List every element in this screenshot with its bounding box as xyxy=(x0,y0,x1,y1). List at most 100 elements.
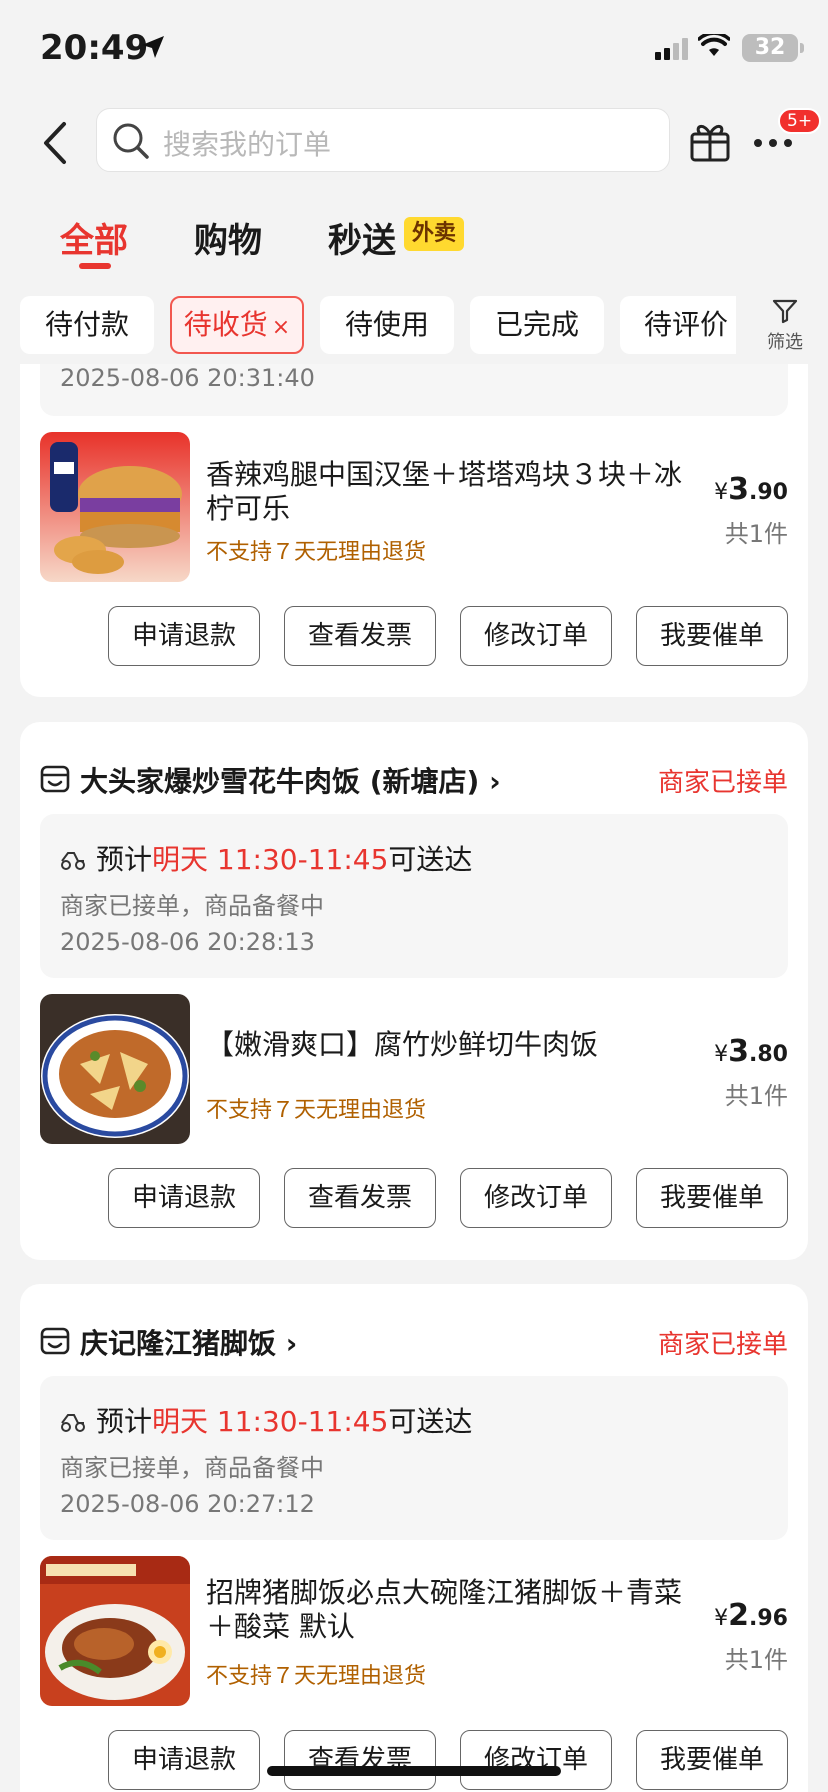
order-card: 庆记隆江猪脚饭 › 商家已接单 预计明天 11:30-11:45可送达 商家已接… xyxy=(20,1284,808,1792)
tab-shopping[interactable]: 购物 xyxy=(194,213,262,262)
view-invoice-button[interactable]: 查看发票 xyxy=(284,606,436,666)
clear-filter-icon[interactable]: × xyxy=(272,315,290,340)
product-price: ¥2.96 xyxy=(714,1598,788,1633)
store-icon xyxy=(40,764,70,798)
delivery-eta: 预计明天 11:30-11:45可送达 xyxy=(60,1400,472,1440)
order-timestamp: 2025-08-06 20:28:13 xyxy=(60,928,315,956)
urge-order-button[interactable]: 我要催单 xyxy=(636,1730,788,1790)
order-card: 2025-08-06 20:31:40 香辣鸡腿中国汉堡＋塔塔鸡块３块＋冰柠可乐… xyxy=(20,364,808,697)
home-indicator[interactable] xyxy=(267,1766,561,1776)
chip-to-use[interactable]: 待使用 xyxy=(320,296,454,354)
product-name[interactable]: 【嫩滑爽口】腐竹炒鲜切牛肉饭 xyxy=(206,1028,686,1062)
eta-time: 明天 11:30-11:45 xyxy=(152,1405,389,1438)
cellular-signal-icon xyxy=(655,38,689,64)
modify-order-button[interactable]: 修改订单 xyxy=(460,606,612,666)
delivery-scooter-icon xyxy=(60,845,86,878)
urge-order-button[interactable]: 我要催单 xyxy=(636,1168,788,1228)
status-time: 20:49 xyxy=(40,28,149,68)
modify-order-button[interactable]: 修改订单 xyxy=(460,1730,612,1790)
shop-name-text: 庆记隆江猪脚饭 xyxy=(80,1327,277,1360)
search-input[interactable]: 搜索我的订单 xyxy=(96,108,670,172)
order-card: 大头家爆炒雪花牛肉饭 (新塘店) › 商家已接单 预计明天 11:30-11:4… xyxy=(20,722,808,1260)
delivery-scooter-icon xyxy=(60,1407,86,1440)
filter-button[interactable]: 筛选 xyxy=(760,298,810,354)
header: 搜索我的订单 5+ xyxy=(0,100,828,190)
order-info-box: 2025-08-06 20:31:40 xyxy=(40,364,788,416)
currency-symbol: ¥ xyxy=(714,1042,729,1067)
tab-active-underline xyxy=(79,263,111,269)
shop-header[interactable]: 大头家爆炒雪花牛肉饭 (新塘店) › 商家已接单 xyxy=(40,760,788,800)
currency-symbol: ¥ xyxy=(714,480,729,505)
return-policy-note: 不支持７天无理由退货 xyxy=(206,1098,427,1123)
order-status: 商家已接单 xyxy=(657,768,788,798)
product-image-pork-knuckle-rice[interactable] xyxy=(40,1556,190,1706)
view-invoice-button[interactable]: 查看发票 xyxy=(284,1168,436,1228)
eta-prefix: 预计 xyxy=(96,843,153,876)
chevron-right-icon: › xyxy=(285,1327,298,1360)
shop-header[interactable]: 庆记隆江猪脚饭 › 商家已接单 xyxy=(40,1322,788,1362)
chip-completed[interactable]: 已完成 xyxy=(470,296,604,354)
chip-pending-receipt-label: 待收货 xyxy=(183,308,268,341)
view-invoice-button[interactable]: 查看发票 xyxy=(284,1730,436,1790)
gift-icon[interactable] xyxy=(688,118,732,168)
search-icon xyxy=(111,121,151,165)
eta-time: 明天 11:30-11:45 xyxy=(152,843,389,876)
status-filter-chips: 待付款 待收货 × 待使用 已完成 待评价 筛选 xyxy=(0,290,828,364)
product-name[interactable]: 招牌猪脚饭必点大碗隆江猪脚饭＋青菜＋酸菜 默认 xyxy=(206,1576,686,1644)
refund-button[interactable]: 申请退款 xyxy=(108,1730,260,1790)
tab-all[interactable]: 全部 xyxy=(60,213,128,262)
item-quantity: 共1件 xyxy=(724,520,788,548)
order-progress: 商家已接单，商品备餐中 xyxy=(60,892,324,920)
filter-icon xyxy=(772,299,798,324)
modify-order-button[interactable]: 修改订单 xyxy=(460,1168,612,1228)
delivery-eta: 预计明天 11:30-11:45可送达 xyxy=(60,838,472,878)
chevron-left-icon xyxy=(44,122,66,164)
item-quantity: 共1件 xyxy=(724,1082,788,1110)
battery-nub xyxy=(800,43,804,53)
back-button[interactable] xyxy=(40,118,70,168)
price-decimal: .90 xyxy=(749,480,788,505)
return-policy-note: 不支持７天无理由退货 xyxy=(206,1664,427,1689)
refund-button[interactable]: 申请退款 xyxy=(108,606,260,666)
chip-to-review[interactable]: 待评价 xyxy=(620,296,736,354)
delivery-info-box[interactable]: 预计明天 11:30-11:45可送达 商家已接单，商品备餐中 2025-08-… xyxy=(40,1376,788,1540)
more-options-button[interactable] xyxy=(754,132,799,151)
item-quantity: 共1件 xyxy=(724,1646,788,1674)
product-name[interactable]: 香辣鸡腿中国汉堡＋塔塔鸡块３块＋冰柠可乐 xyxy=(206,458,686,526)
shop-name[interactable]: 大头家爆炒雪花牛肉饭 (新塘店) › xyxy=(80,760,501,800)
price-integer: 3 xyxy=(728,472,750,507)
eta-prefix: 预计 xyxy=(96,1405,153,1438)
shop-name[interactable]: 庆记隆江猪脚饭 › xyxy=(80,1322,297,1362)
search-placeholder: 搜索我的订单 xyxy=(163,128,332,161)
tab-instant-delivery[interactable]: 秒送 xyxy=(328,213,396,262)
chip-pending-payment[interactable]: 待付款 xyxy=(20,296,154,354)
location-arrow-icon xyxy=(140,34,166,64)
urge-order-button[interactable]: 我要催单 xyxy=(636,606,788,666)
return-policy-note: 不支持７天无理由退货 xyxy=(206,540,427,565)
order-status: 商家已接单 xyxy=(657,1330,788,1360)
refund-button[interactable]: 申请退款 xyxy=(108,1168,260,1228)
store-icon xyxy=(40,1326,70,1360)
product-image-beef-rice[interactable] xyxy=(40,994,190,1144)
currency-symbol: ¥ xyxy=(714,1606,729,1631)
filter-label: 筛选 xyxy=(767,332,803,353)
price-integer: 3 xyxy=(728,1034,750,1069)
price-integer: 2 xyxy=(728,1598,750,1633)
chip-pending-receipt[interactable]: 待收货 × xyxy=(170,296,304,354)
eta-suffix: 可送达 xyxy=(388,1405,473,1438)
wifi-icon xyxy=(697,31,731,62)
takeout-tag: 外卖 xyxy=(404,217,465,251)
product-price: ¥3.90 xyxy=(714,472,788,507)
order-timestamp: 2025-08-06 20:31:40 xyxy=(60,364,315,392)
eta-suffix: 可送达 xyxy=(388,843,473,876)
order-progress: 商家已接单，商品备餐中 xyxy=(60,1454,324,1482)
category-tabs: 全部 购物 秒送 外卖 xyxy=(0,205,828,275)
product-image-burger[interactable] xyxy=(40,432,190,582)
shop-name-text: 大头家爆炒雪花牛肉饭 (新塘店) xyxy=(80,765,480,798)
price-decimal: .96 xyxy=(749,1606,788,1631)
product-price: ¥3.80 xyxy=(714,1034,788,1069)
battery-icon: 32 xyxy=(742,34,798,62)
delivery-info-box[interactable]: 预计明天 11:30-11:45可送达 商家已接单，商品备餐中 2025-08-… xyxy=(40,814,788,978)
chevron-right-icon: › xyxy=(489,765,501,798)
status-bar: 20:49 32 xyxy=(0,0,828,100)
